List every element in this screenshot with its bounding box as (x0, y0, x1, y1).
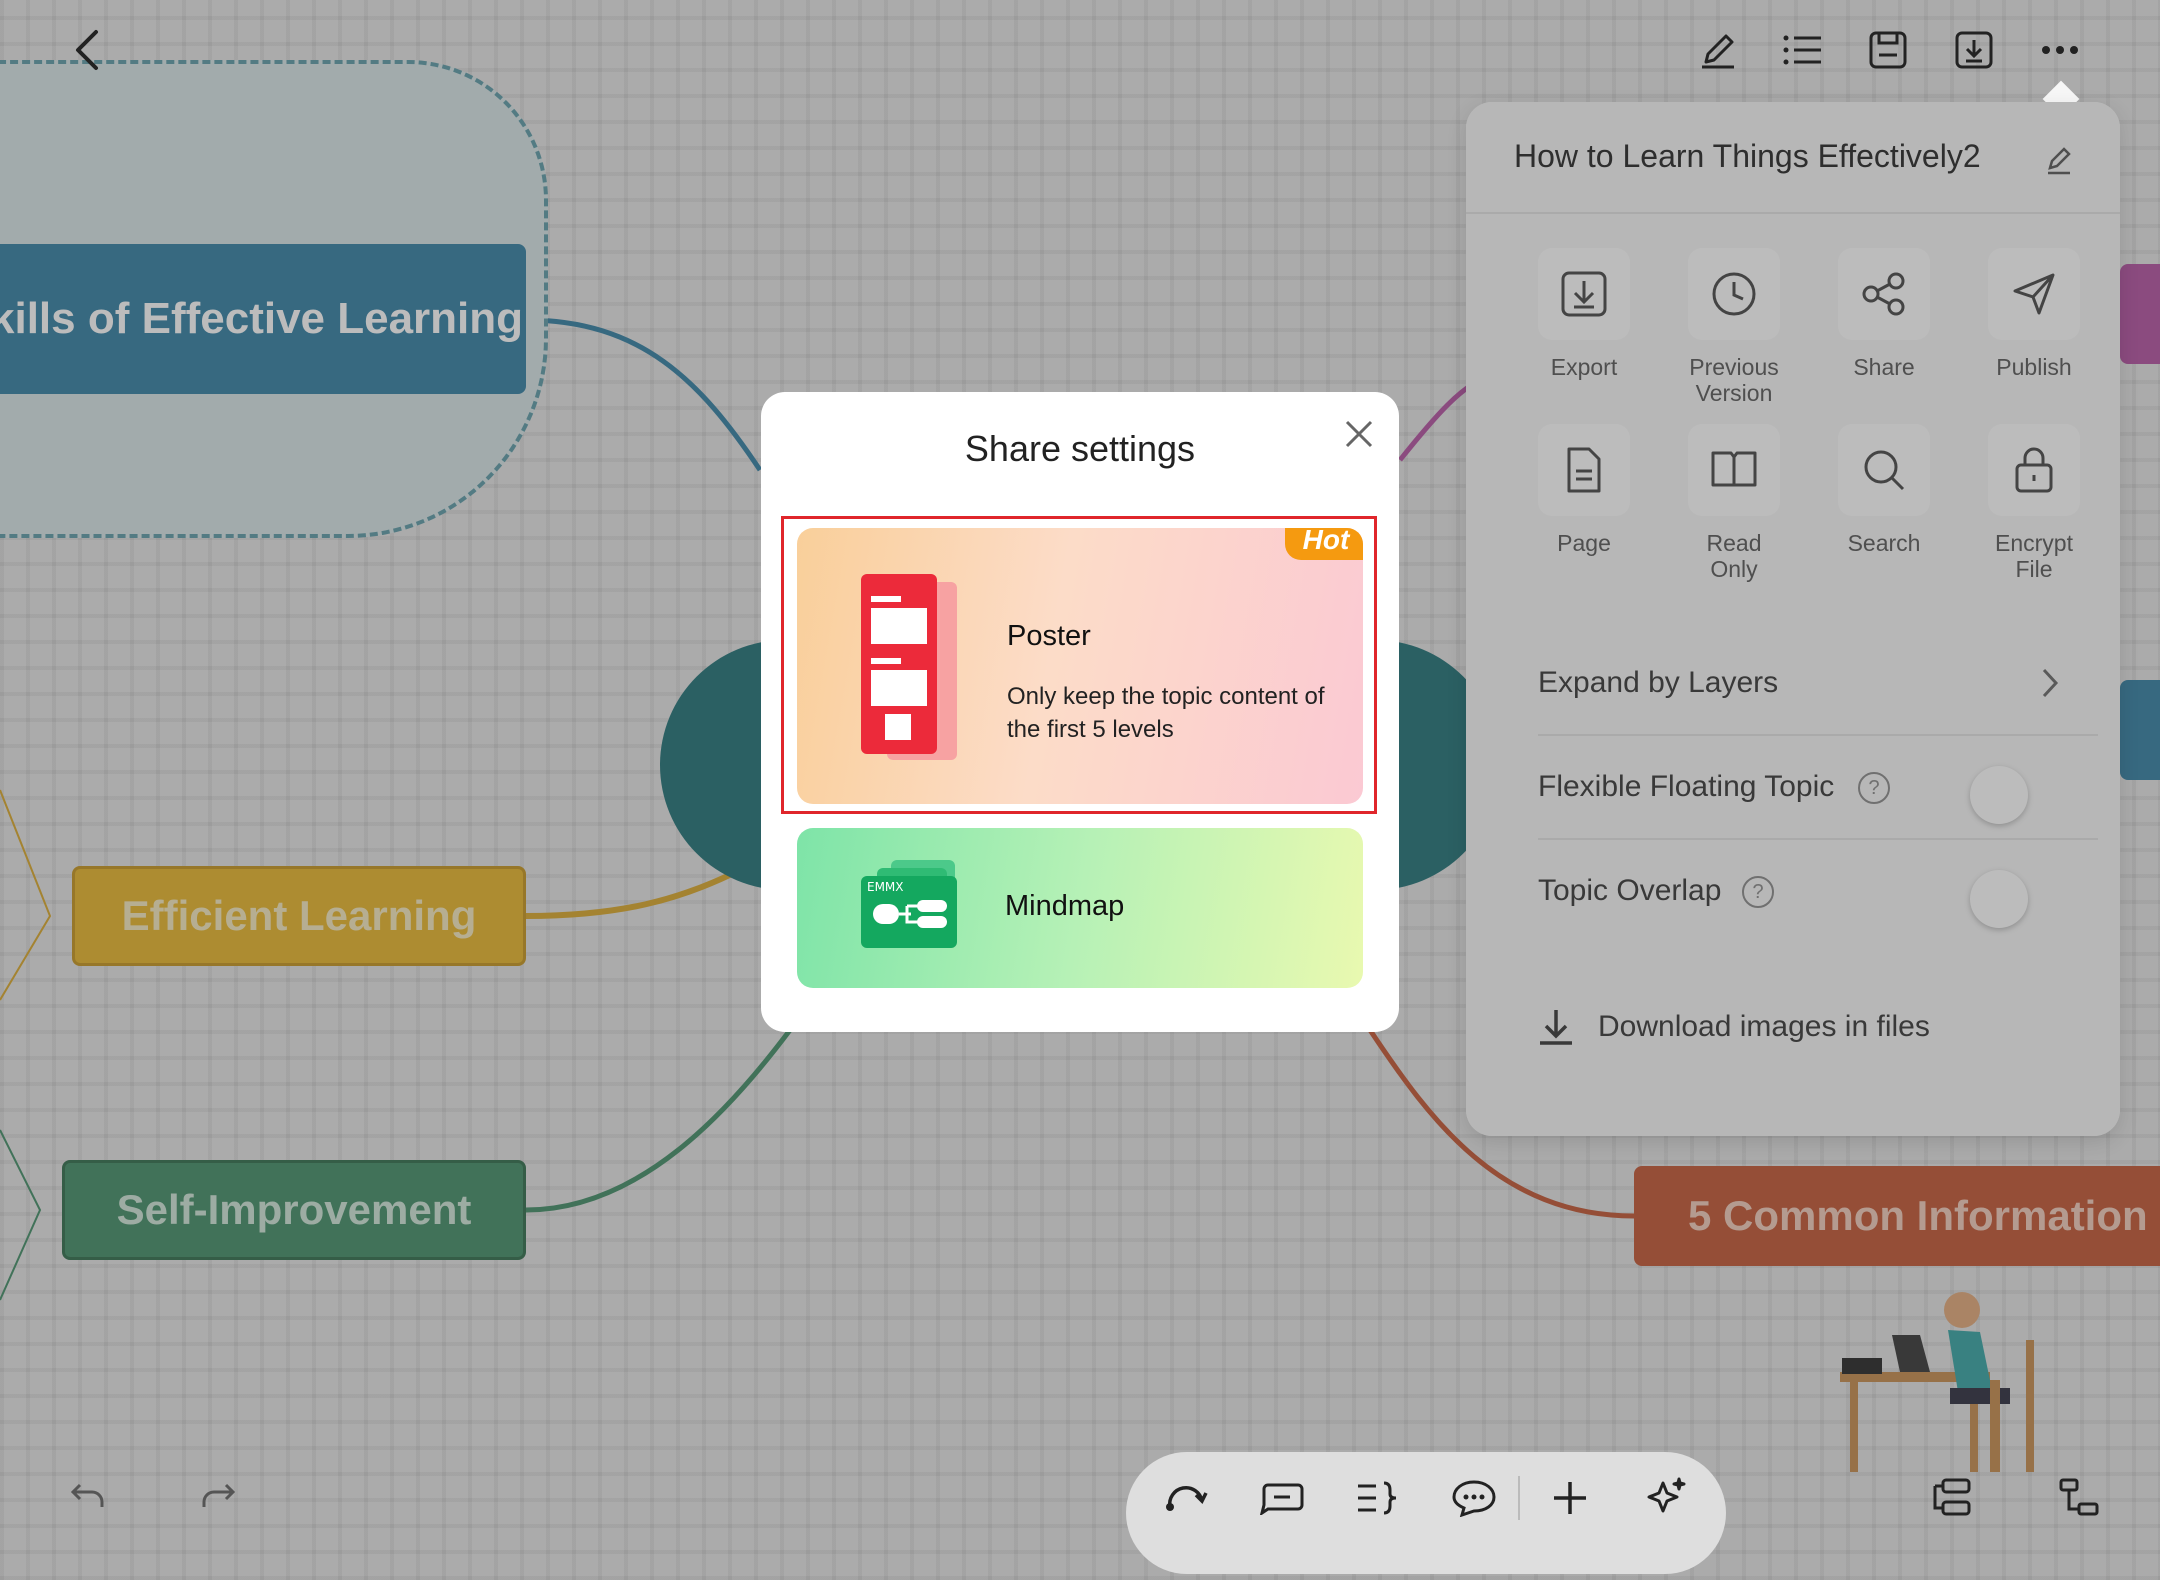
outline-list-icon[interactable] (1776, 24, 1828, 76)
poster-icon (861, 574, 957, 760)
dialog-title: Share settings (964, 428, 1196, 469)
download-icon[interactable] (1948, 24, 2000, 76)
summary-icon[interactable] (1354, 1474, 1402, 1522)
panel-dim (1466, 102, 2120, 1136)
bottom-toolbar (1126, 1452, 1726, 1574)
emmx-file-icon: EMMX (861, 860, 957, 948)
emmx-label: EMMX (867, 880, 904, 894)
comment-icon[interactable] (1450, 1474, 1498, 1522)
ai-sparkle-icon[interactable] (1642, 1474, 1690, 1522)
poster-title: Poster (1007, 620, 1091, 652)
add-icon[interactable] (1546, 1474, 1594, 1522)
mindmap-option-card[interactable]: EMMX Mindmap (797, 828, 1363, 988)
structure-icon[interactable] (2054, 1472, 2104, 1522)
mindmap-title: Mindmap (1005, 890, 1125, 922)
undo-icon[interactable] (66, 1474, 110, 1518)
hot-badge: Hot (1285, 528, 1363, 560)
redo-icon[interactable] (196, 1474, 240, 1518)
callout-icon[interactable] (1258, 1474, 1306, 1522)
share-settings-dialog: Share settings Hot Poster Only keep the … (761, 392, 1399, 1032)
more-icon[interactable] (2034, 24, 2086, 76)
save-icon[interactable] (1862, 24, 1914, 76)
relationship-icon[interactable] (1162, 1474, 1210, 1522)
layout-icon[interactable] (1928, 1472, 1978, 1522)
poster-option-card[interactable]: Hot Poster Only keep the topic content o… (797, 528, 1363, 804)
back-icon[interactable] (60, 22, 114, 78)
close-icon[interactable] (1343, 418, 1375, 455)
toolbar-separator (1518, 1476, 1520, 1520)
poster-description: Only keep the topic content of the first… (1007, 683, 1325, 743)
pencil-icon[interactable] (1692, 24, 1744, 76)
